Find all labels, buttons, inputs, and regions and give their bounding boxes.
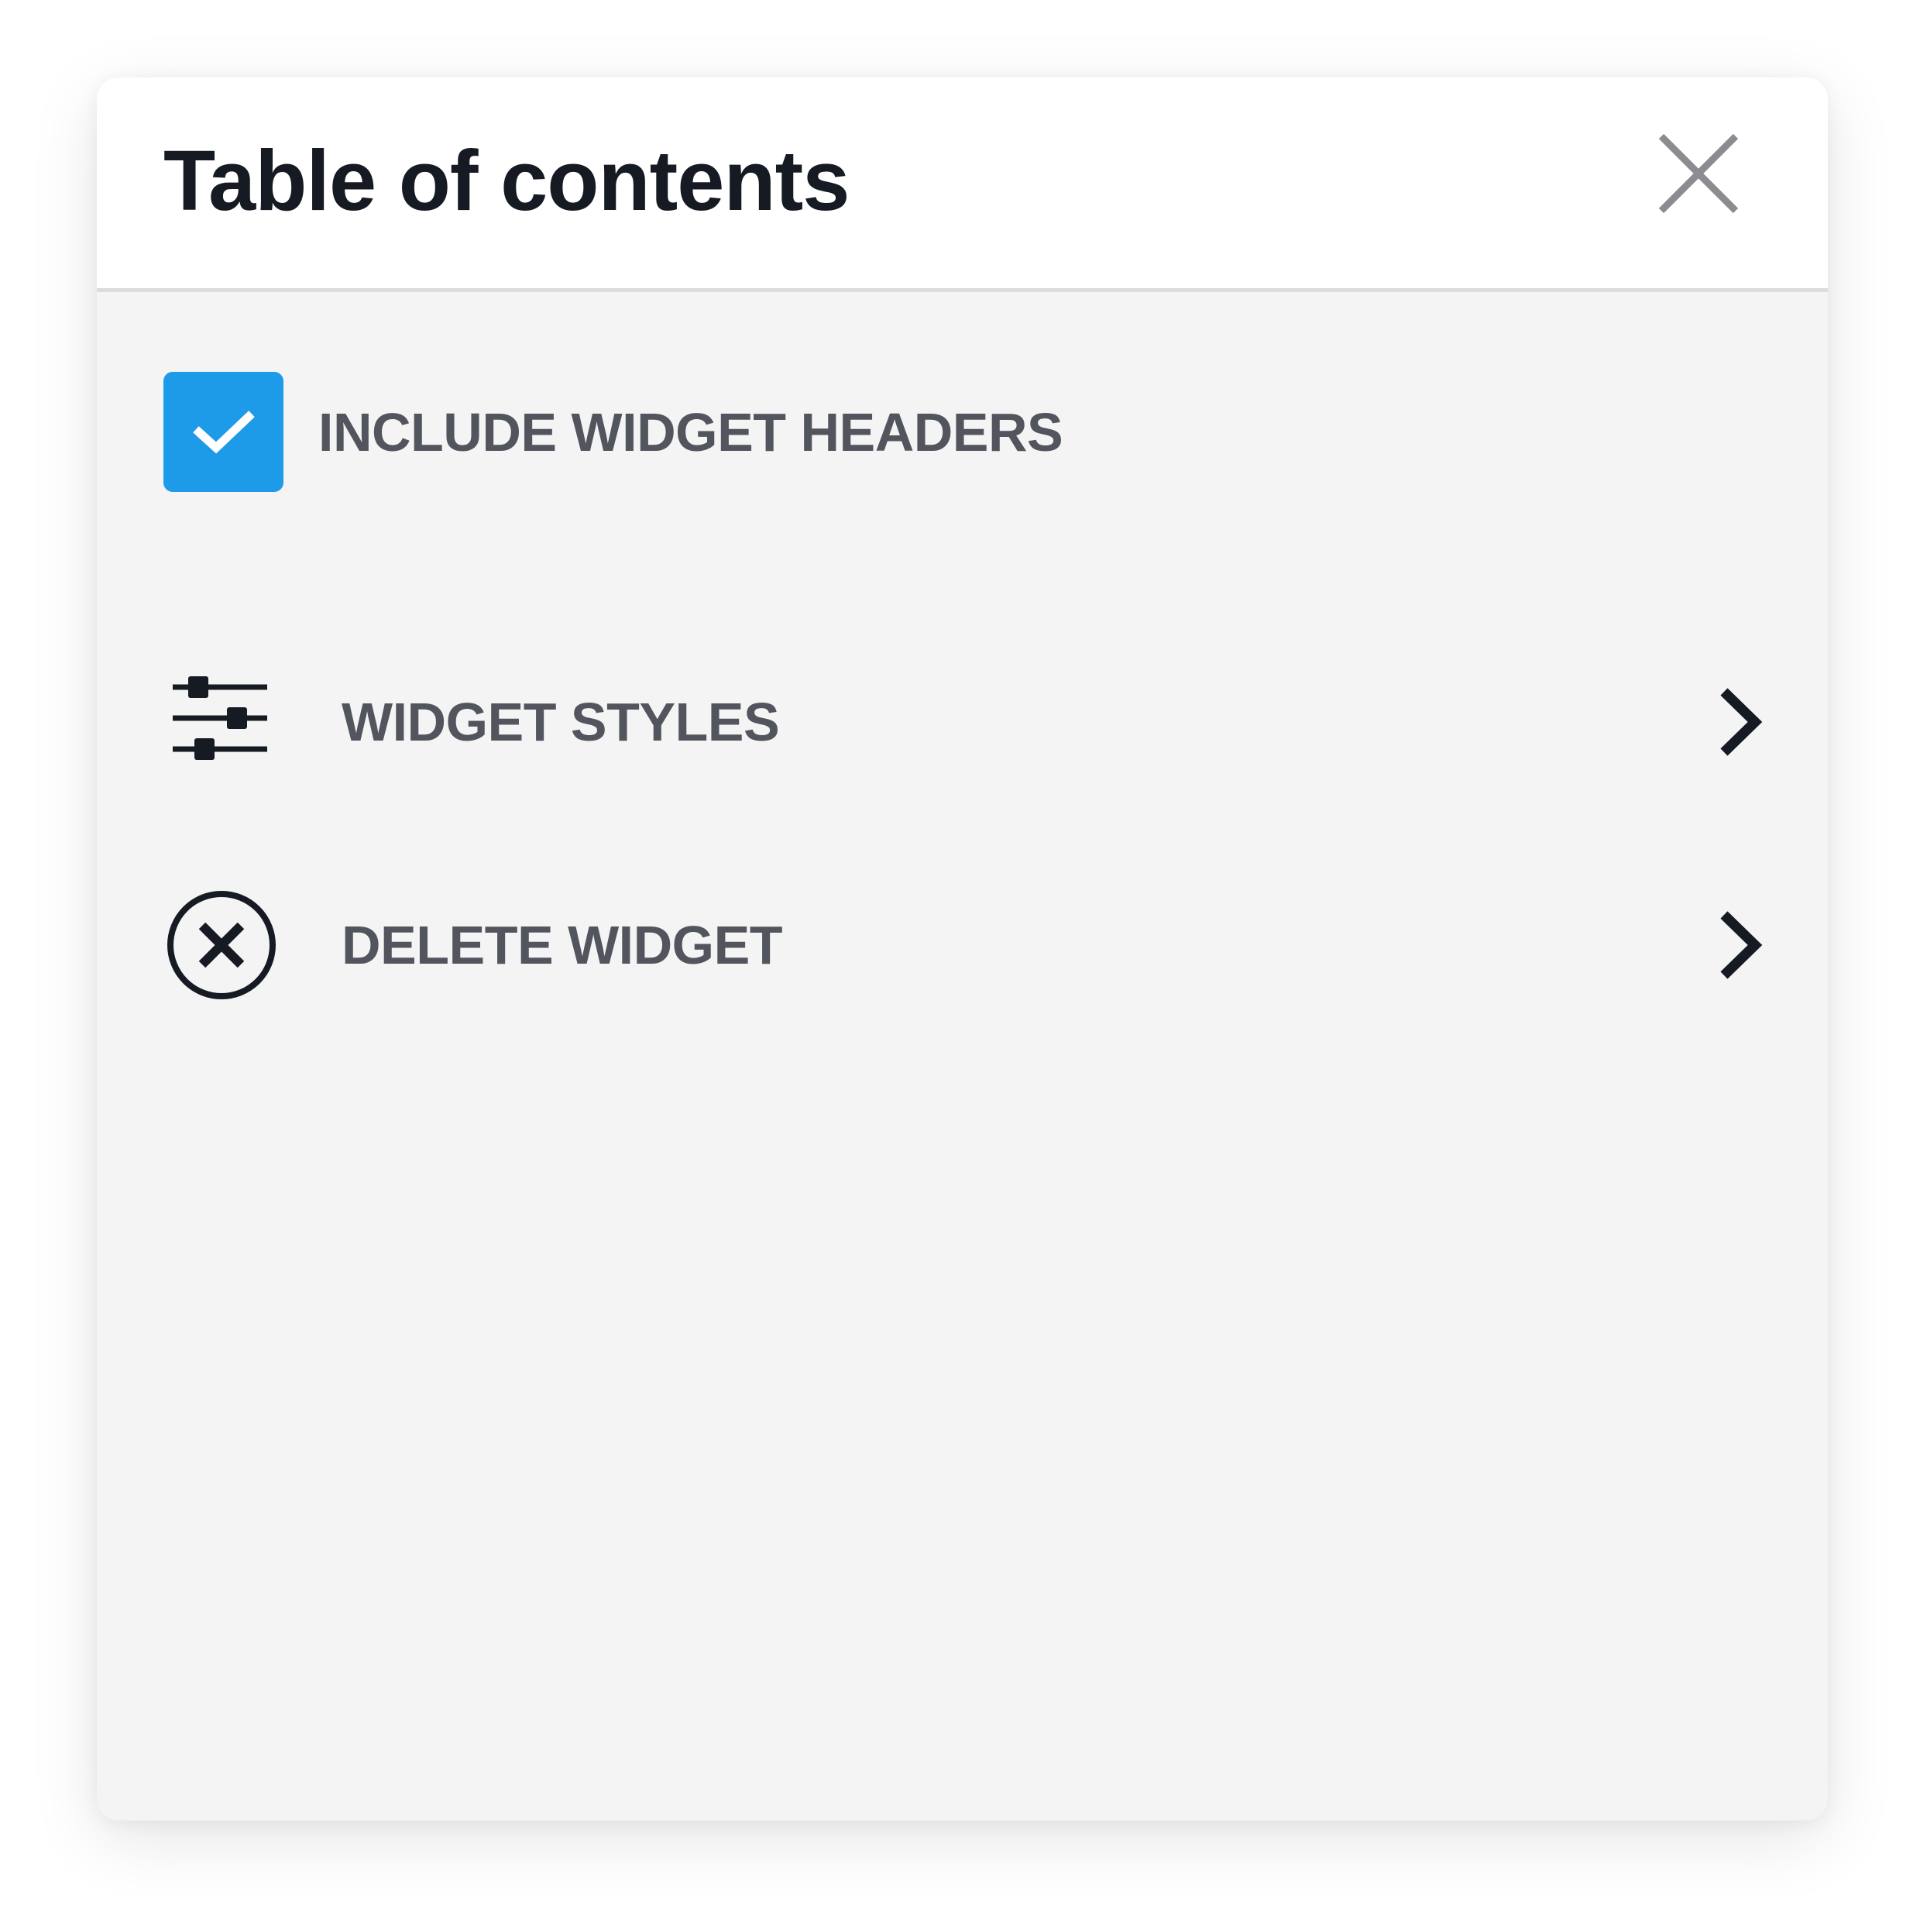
- widget-styles-label: WIDGET STYLES: [342, 692, 780, 752]
- chevron-right-icon: [1709, 906, 1770, 984]
- menu-item-delete-widget[interactable]: DELETE WIDGET: [163, 883, 1770, 1007]
- panel-title: Table of contents: [163, 133, 850, 229]
- menu-item-widget-styles[interactable]: WIDGET STYLES: [163, 660, 1770, 784]
- circle-x-icon: [163, 887, 280, 1003]
- widget-settings-panel: Table of contents INCLUDE WIDGET HEADERS: [97, 77, 1828, 1820]
- chevron-right-icon: [1709, 683, 1770, 761]
- panel-header: Table of contents: [97, 77, 1828, 292]
- close-button[interactable]: [1655, 130, 1742, 217]
- include-widget-headers-label: INCLUDE WIDGET HEADERS: [318, 401, 1063, 462]
- checkmark-icon: [192, 410, 255, 454]
- delete-widget-label: DELETE WIDGET: [342, 915, 783, 975]
- include-widget-headers-option[interactable]: INCLUDE WIDGET HEADERS: [163, 372, 1063, 492]
- include-widget-headers-checkbox[interactable]: [163, 372, 283, 492]
- sliders-icon: [163, 664, 280, 780]
- close-icon: [1658, 133, 1739, 214]
